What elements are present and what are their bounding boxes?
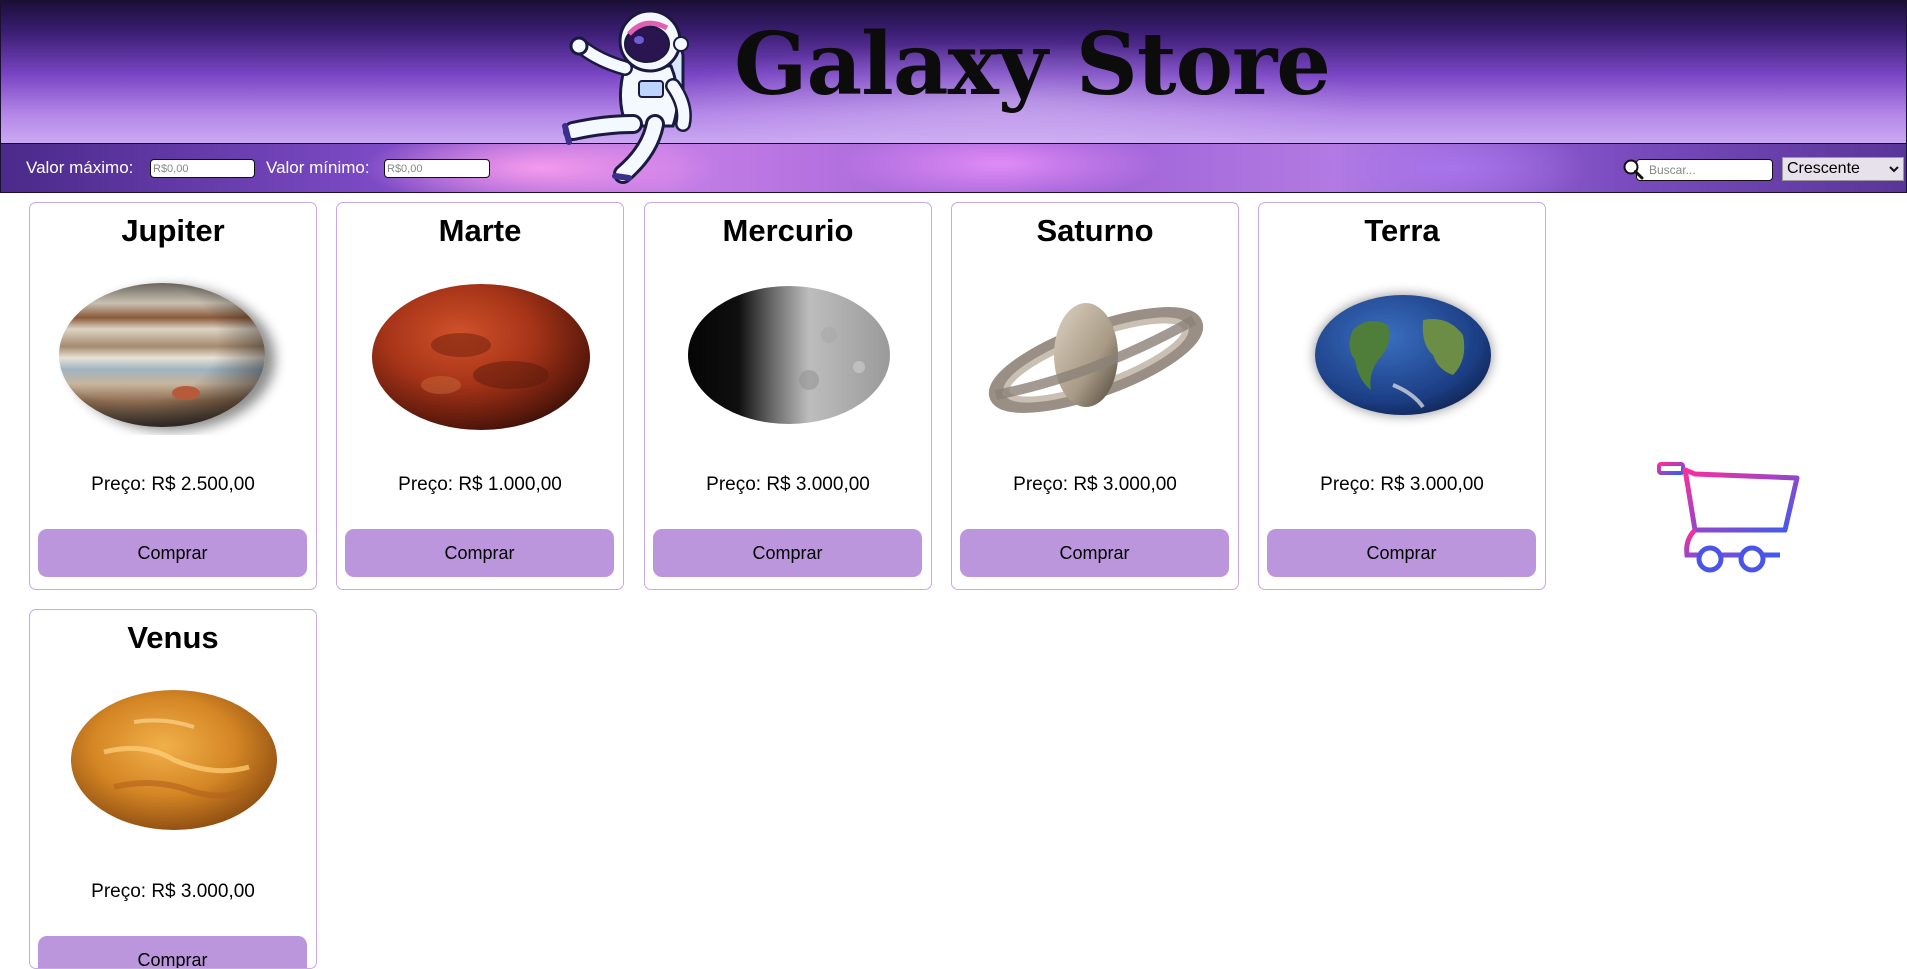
product-name: Terra (1364, 213, 1440, 248)
buy-button[interactable]: Comprar (38, 529, 307, 577)
max-value-input[interactable] (150, 159, 255, 178)
product-price: Preço: R$ 3.000,00 (1320, 474, 1484, 495)
product-price: Preço: R$ 2.500,00 (91, 474, 255, 495)
product-name: Venus (127, 620, 219, 655)
mars-planet-image (372, 284, 590, 430)
buy-button[interactable]: Comprar (653, 529, 922, 577)
min-value-input[interactable] (384, 159, 490, 178)
earth-planet-image (1315, 295, 1491, 415)
filter-bar: Valor máximo: Valor mínimo: Crescente (0, 143, 1907, 193)
product-card-saturno: Saturno Preço: R$ 3.000,00 Comprar (951, 202, 1239, 590)
buy-button[interactable]: Comprar (1267, 529, 1536, 577)
product-name: Marte (438, 213, 522, 248)
product-price: Preço: R$ 3.000,00 (706, 474, 870, 495)
buy-button[interactable]: Comprar (345, 529, 614, 577)
venus-planet-image (71, 690, 277, 830)
chevron-down-icon (1889, 166, 1899, 173)
product-card-venus: Venus Preço: R$ 3.000,00 Comprar (29, 609, 317, 969)
product-card-marte: Marte Preço: R$ 1.000,00 Comprar (336, 202, 624, 590)
max-value-label: Valor máximo: (26, 158, 134, 177)
shopping-cart-icon[interactable] (1655, 460, 1805, 575)
product-name: Jupiter (121, 213, 225, 248)
sort-order-select[interactable]: Crescente (1782, 157, 1904, 181)
search-input[interactable] (1636, 159, 1773, 181)
jupiter-planet-image (59, 283, 265, 427)
product-card-jupiter: Jupiter Preço: R$ 2.500,00 Comprar (29, 202, 317, 590)
product-name: Saturno (1036, 213, 1154, 248)
buy-button[interactable]: Comprar (960, 529, 1229, 577)
product-price: Preço: R$ 1.000,00 (398, 474, 562, 495)
saturn-planet-image (988, 303, 1204, 413)
site-title: Galaxy Store (734, 14, 1331, 115)
product-card-terra: Terra Preço: R$ 3.000,00 Comprar (1258, 202, 1546, 590)
site-header: Galaxy Store (0, 0, 1907, 144)
search-box (1621, 157, 1773, 181)
product-name: Mercurio (722, 213, 854, 248)
search-icon[interactable] (1621, 157, 1645, 181)
min-value-label: Valor mínimo: (266, 158, 370, 177)
product-card-mercurio: Mercurio Preço: R$ 3.000,00 Comprar (644, 202, 932, 590)
sort-selected-value: Crescente (1787, 160, 1860, 177)
product-price: Preço: R$ 3.000,00 (91, 881, 255, 902)
product-price: Preço: R$ 3.000,00 (1013, 474, 1177, 495)
buy-button[interactable]: Comprar (38, 936, 307, 968)
astronaut-icon (562, 9, 692, 184)
mercury-planet-image (688, 286, 890, 424)
